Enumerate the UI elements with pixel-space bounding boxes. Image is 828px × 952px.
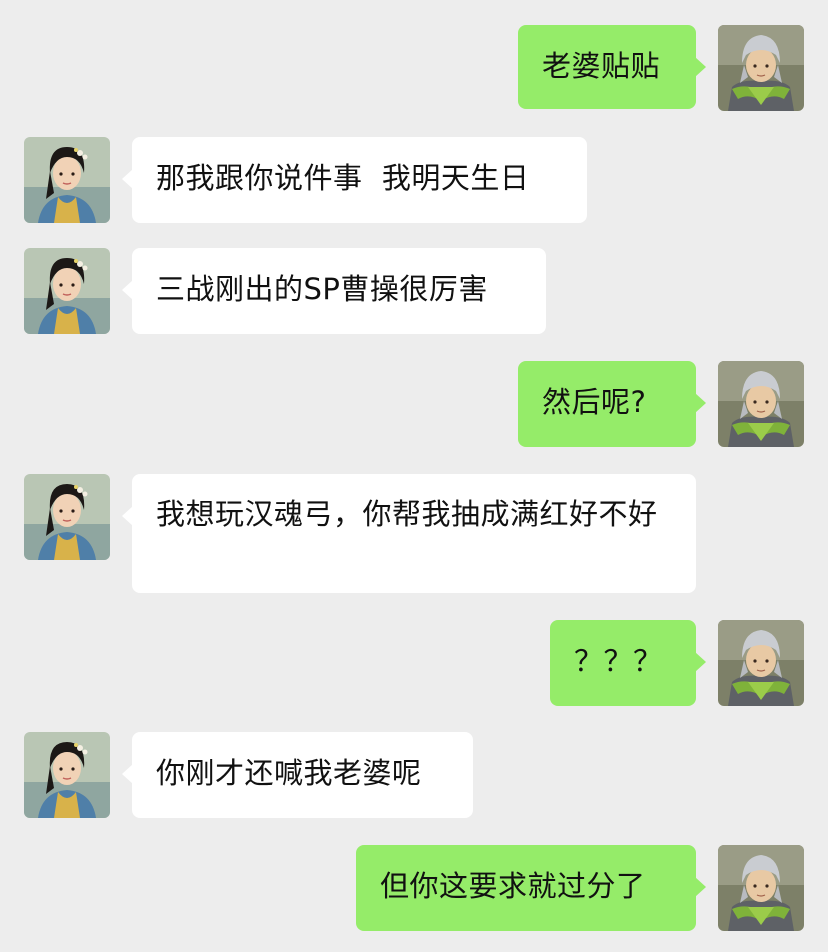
lady-avatar-icon (24, 474, 110, 560)
message-bubble-outgoing[interactable]: 老婆贴贴 (518, 25, 706, 109)
message-bubble-outgoing[interactable]: 但你这要求就过分了 (356, 845, 706, 931)
message-bubble-outgoing[interactable]: ？？？ (550, 620, 706, 706)
warrior-avatar[interactable] (718, 620, 804, 706)
message-bubble-incoming[interactable]: 三战刚出的SP曹操很厉害 (122, 248, 546, 334)
lady-avatar[interactable] (24, 137, 110, 223)
message-text: 你刚才还喊我老婆呢 (156, 756, 422, 790)
lady-avatar[interactable] (24, 248, 110, 334)
warrior-avatar-icon (718, 25, 804, 111)
lady-avatar-icon (24, 732, 110, 818)
message-text: 我想玩汉魂弓，你帮我抽成满红好不好 (156, 497, 658, 531)
warrior-avatar[interactable] (718, 845, 804, 931)
lady-avatar[interactable] (24, 732, 110, 818)
warrior-avatar[interactable] (718, 25, 804, 111)
warrior-avatar-icon (718, 361, 804, 447)
message-text: 但你这要求就过分了 (380, 869, 646, 903)
lady-avatar[interactable] (24, 474, 110, 560)
message-bubble-outgoing[interactable]: 然后呢? (518, 361, 706, 447)
warrior-avatar-icon (718, 620, 804, 706)
message-text: 三战刚出的SP曹操很厉害 (156, 272, 488, 306)
message-bubble-incoming[interactable]: 那我跟你说件事 我明天生日 (122, 137, 587, 223)
lady-avatar-icon (24, 137, 110, 223)
warrior-avatar-icon (718, 845, 804, 931)
message-text: 那我跟你说件事 我明天生日 (156, 161, 530, 195)
message-text: 老婆贴贴 (542, 49, 661, 83)
warrior-avatar[interactable] (718, 361, 804, 447)
message-text: 然后呢? (542, 385, 647, 419)
lady-avatar-icon (24, 248, 110, 334)
message-bubble-incoming[interactable]: 你刚才还喊我老婆呢 (122, 732, 473, 818)
message-text: ？？？ (574, 644, 663, 678)
message-bubble-incoming[interactable]: 我想玩汉魂弓，你帮我抽成满红好不好 (122, 474, 696, 593)
